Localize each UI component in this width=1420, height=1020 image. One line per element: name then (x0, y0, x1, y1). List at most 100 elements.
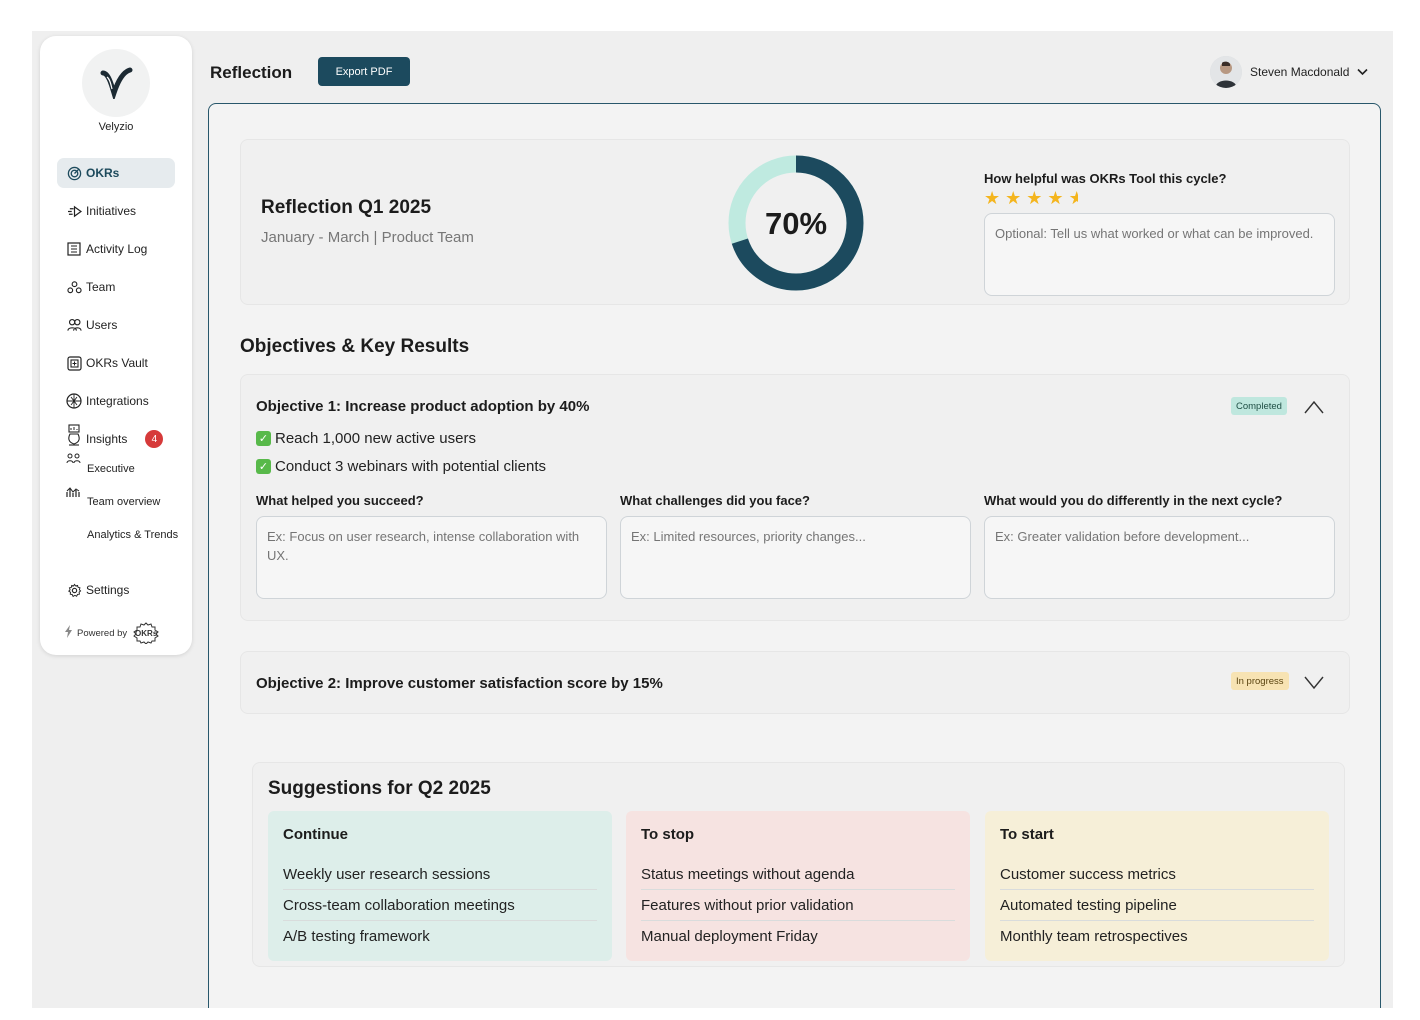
differently-input[interactable] (984, 516, 1335, 599)
users-icon (66, 317, 82, 333)
chevron-down-icon[interactable] (1357, 63, 1368, 81)
team-icon (66, 279, 82, 295)
okrs-logo-text: OKRs (135, 628, 158, 638)
reflection-title: Reflection Q1 2025 (261, 197, 432, 218)
suggestions-card: Suggestions for Q2 2025 Continue Weekly … (252, 762, 1345, 967)
bolt-icon (64, 625, 73, 641)
star-icon[interactable]: ★ (1005, 188, 1021, 209)
export-pdf-button[interactable]: Export PDF (318, 57, 410, 86)
reflection-subtitle: January - March | Product Team (261, 229, 474, 246)
feedback-input[interactable] (984, 213, 1335, 296)
checkmark-icon: ✓ (256, 431, 271, 446)
question-label: What challenges did you face? (620, 493, 810, 508)
sidebar-item-users[interactable]: Users (57, 310, 175, 340)
executive-icon (66, 452, 84, 466)
vault-icon (66, 355, 82, 371)
key-result-item: ✓ Reach 1,000 new active users (256, 430, 476, 447)
sidebar-item-okrs[interactable]: OKRs (57, 158, 175, 188)
logo-mark-icon (100, 67, 133, 99)
list-item: Manual deployment Friday (641, 928, 818, 945)
checkmark-icon: ✓ (256, 459, 271, 474)
chevron-down-icon[interactable] (1303, 675, 1325, 691)
sidebar-item-label: Integrations (86, 394, 149, 408)
sidebar-item-label: Initiatives (86, 204, 137, 218)
sidebar-item-label: Team (86, 280, 116, 294)
succeed-input[interactable] (256, 516, 607, 599)
key-result-item: ✓ Conduct 3 webinars with potential clie… (256, 458, 546, 475)
user-name: Steven Macdonald (1250, 65, 1350, 79)
page-title: Reflection (210, 63, 293, 82)
sidebar-item-settings[interactable]: Settings (57, 575, 175, 605)
sidebar-item-label: Users (86, 318, 118, 332)
key-result-label: Conduct 3 webinars with potential client… (275, 458, 546, 475)
sidebar: Velyzio OKRs Initiatives Activity Log Te… (40, 36, 192, 655)
brand-logo[interactable] (82, 49, 150, 117)
half-star-icon[interactable]: ★ (1069, 188, 1078, 209)
user-menu[interactable]: Steven Macdonald (1210, 55, 1368, 89)
rating-question: How helpful was OKRs Tool this cycle? (984, 171, 1227, 186)
column-heading: Continue (283, 826, 348, 843)
suggestion-column-continue: Continue Weekly user research sessions C… (268, 811, 612, 961)
list-item: Automated testing pipeline (1000, 897, 1314, 921)
insights-count-badge: 4 (145, 430, 164, 448)
suggestions-title: Suggestions for Q2 2025 (268, 778, 491, 799)
section-title: Objectives & Key Results (240, 336, 470, 357)
list-item: Features without prior validation (641, 897, 955, 921)
sidebar-subitem-analytics-trends[interactable]: Analytics & Trends (87, 529, 178, 541)
powered-by-label: Powered by (77, 627, 128, 639)
sidebar-item-insights[interactable]: Insights 4 (57, 424, 175, 454)
column-heading: To stop (641, 826, 695, 843)
reflection-summary-card: Reflection Q1 2025 January - March | Pro… (240, 139, 1350, 305)
star-icon[interactable]: ★ (1047, 188, 1063, 209)
progress-percent: 70% (765, 206, 827, 241)
objective-card[interactable]: Objective 2: Improve customer satisfacti… (240, 651, 1350, 714)
sidebar-item-integrations[interactable]: Integrations (57, 386, 175, 416)
challenges-input[interactable] (620, 516, 971, 599)
sidebar-item-label: Activity Log (86, 242, 148, 256)
sidebar-item-label: Insights (86, 432, 128, 446)
sidebar-item-team[interactable]: Team (57, 272, 175, 302)
suggestion-column-start: To start Customer success metrics Automa… (985, 811, 1329, 961)
key-result-label: Reach 1,000 new active users (275, 430, 476, 447)
gear-icon (66, 582, 82, 598)
objective-card: Objective 1: Increase product adoption b… (240, 374, 1350, 621)
okrs-icon (66, 165, 82, 181)
status-badge: Completed (1231, 397, 1287, 415)
star-rating[interactable]: ★ ★ ★ ★ ★ (984, 188, 1078, 209)
star-icon[interactable]: ★ (1026, 188, 1042, 209)
question-label: What would you do differently in the nex… (984, 493, 1283, 508)
insights-icon (66, 424, 82, 447)
column-heading: To start (1000, 826, 1054, 843)
suggestion-column-stop: To stop Status meetings without agenda F… (626, 811, 970, 961)
progress-donut: 70% (726, 153, 866, 293)
initiatives-icon (66, 203, 82, 219)
list-item: Weekly user research sessions (283, 866, 597, 890)
objective-title: Objective 2: Improve customer satisfacti… (256, 675, 663, 692)
sidebar-item-label: OKRs (86, 166, 120, 180)
list-item: Status meetings without agenda (641, 866, 955, 890)
avatar (1210, 56, 1242, 88)
list-item: Cross-team collaboration meetings (283, 897, 597, 921)
brand-name: Velyzio (98, 121, 134, 133)
reflection-panel: Reflection Q1 2025 January - March | Pro… (208, 103, 1381, 1008)
chevron-up-icon[interactable] (1303, 399, 1325, 415)
star-icon[interactable]: ★ (984, 188, 1000, 209)
okrs-gear-logo-icon: OKRs (131, 622, 161, 644)
team-overview-icon (66, 485, 84, 499)
list-item: A/B testing framework (283, 928, 430, 945)
activity-log-icon (66, 241, 82, 257)
integrations-icon (66, 393, 82, 409)
sidebar-item-label: OKRs Vault (86, 356, 148, 370)
status-badge: In progress (1231, 672, 1289, 690)
app-window: Velyzio OKRs Initiatives Activity Log Te… (32, 31, 1393, 1008)
sidebar-subitem-executive[interactable]: Executive (87, 463, 135, 475)
sidebar-item-activity-log[interactable]: Activity Log (57, 234, 175, 264)
sidebar-item-initiatives[interactable]: Initiatives (57, 196, 175, 226)
powered-by: Powered by OKRs (64, 622, 161, 644)
sidebar-subitem-team-overview[interactable]: Team overview (87, 496, 160, 508)
question-label: What helped you succeed? (256, 493, 424, 508)
list-item: Monthly team retrospectives (1000, 928, 1188, 945)
list-item: Customer success metrics (1000, 866, 1314, 890)
sidebar-item-okrs-vault[interactable]: OKRs Vault (57, 348, 175, 378)
objective-title: Objective 1: Increase product adoption b… (256, 398, 590, 415)
